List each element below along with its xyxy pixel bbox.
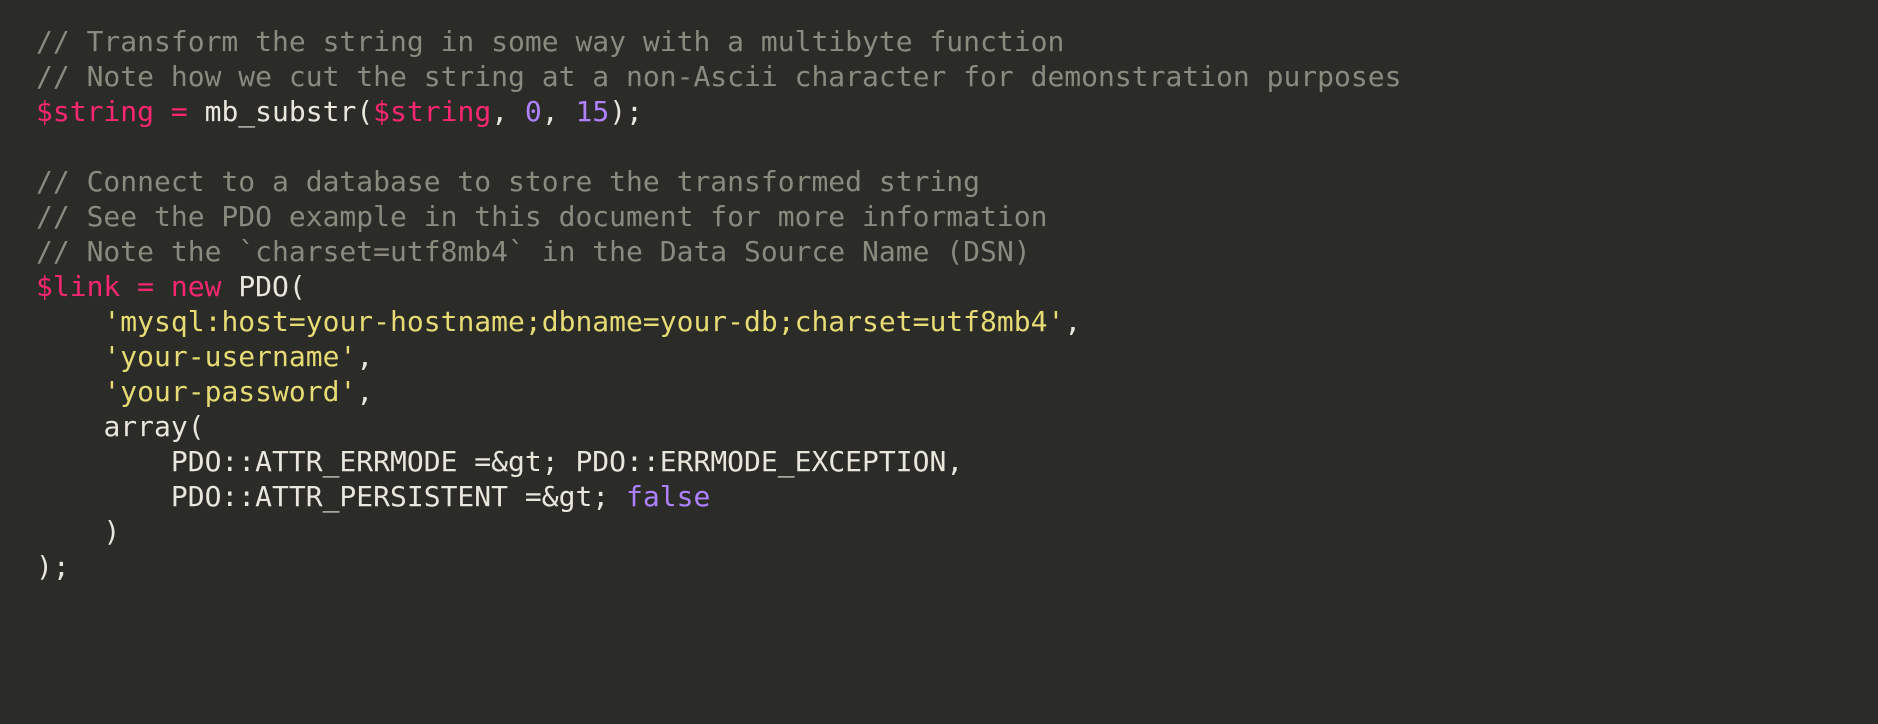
comma: ,: [356, 375, 373, 408]
boolean-literal: false: [626, 480, 710, 513]
comment-line: // Connect to a database to store the tr…: [36, 165, 980, 198]
comment-line: // See the PDO example in this document …: [36, 200, 1047, 233]
comma: ,: [542, 95, 576, 128]
comma: ,: [1064, 305, 1081, 338]
indent: [36, 375, 103, 408]
paren-close: );: [36, 550, 70, 583]
arrow: =&gt;: [457, 445, 575, 478]
indent: [36, 515, 103, 548]
space: [221, 270, 238, 303]
constant: PDO::ATTR_ERRMODE: [171, 445, 458, 478]
string-literal: 'mysql:host=your-hostname;dbname=your-db…: [103, 305, 1064, 338]
indent: [36, 340, 103, 373]
constant: PDO::ERRMODE_EXCEPTION: [575, 445, 946, 478]
constant: PDO::ATTR_PERSISTENT: [171, 480, 508, 513]
string-literal: 'your-password': [103, 375, 356, 408]
indent: [36, 305, 103, 338]
operator-assign: =: [154, 95, 205, 128]
paren-open: (: [356, 95, 373, 128]
paren-close: );: [609, 95, 643, 128]
indent: [36, 410, 103, 443]
php-variable: $string: [373, 95, 491, 128]
comment-line: // Note how we cut the string at a non-A…: [36, 60, 1401, 93]
function-call: array: [103, 410, 187, 443]
comment-line: // Note the `charset=utf8mb4` in the Dat…: [36, 235, 1031, 268]
number-literal: 15: [575, 95, 609, 128]
arrow: =&gt;: [508, 480, 626, 513]
number-literal: 0: [525, 95, 542, 128]
function-call: mb_substr: [205, 95, 357, 128]
php-variable: $link: [36, 270, 120, 303]
paren-open: (: [289, 270, 306, 303]
keyword-new: new: [171, 270, 222, 303]
comma: ,: [356, 340, 373, 373]
comma: ,: [491, 95, 525, 128]
comma: ,: [946, 445, 963, 478]
string-literal: 'your-username': [103, 340, 356, 373]
indent: [36, 445, 171, 478]
paren-close: ): [103, 515, 120, 548]
indent: [36, 480, 171, 513]
comment-line: // Transform the string in some way with…: [36, 25, 1064, 58]
code-block: // Transform the string in some way with…: [0, 0, 1878, 608]
php-variable: $string: [36, 95, 154, 128]
class-name: PDO: [238, 270, 289, 303]
paren-open: (: [188, 410, 205, 443]
operator-assign: =: [120, 270, 171, 303]
